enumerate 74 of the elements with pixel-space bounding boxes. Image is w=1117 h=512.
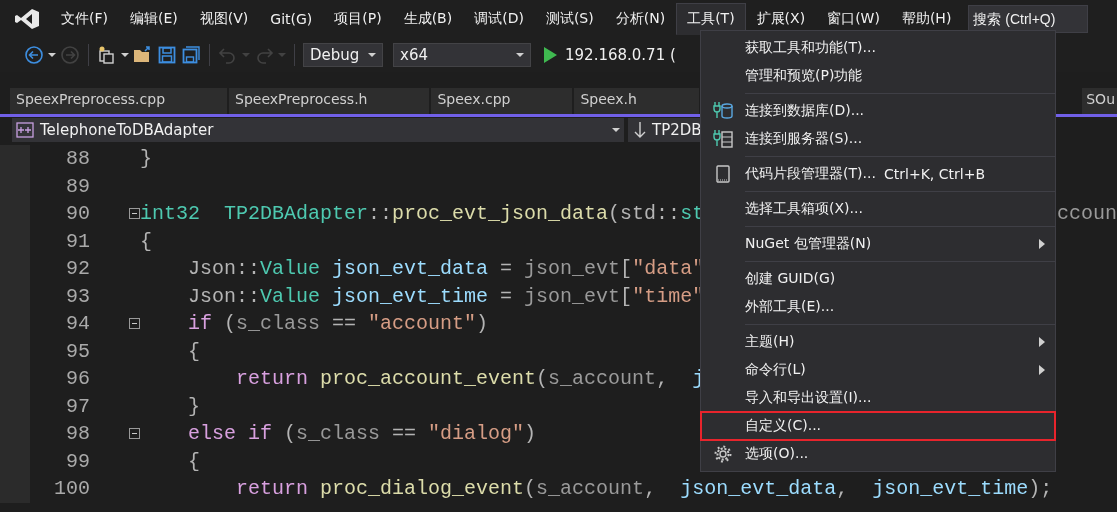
menu-bar-item[interactable]: 编辑(E) bbox=[119, 3, 189, 35]
run-target[interactable]: 192.168.0.71 ( bbox=[565, 46, 676, 64]
file-tab[interactable]: SOu bbox=[1082, 88, 1117, 114]
line-number: 100 bbox=[53, 476, 90, 502]
line-number: 90 bbox=[65, 201, 90, 227]
menu-item[interactable]: NuGet 包管理器(N) bbox=[701, 230, 1055, 258]
shortcut-label: Ctrl+K, Ctrl+B bbox=[884, 166, 985, 182]
arrow-down-icon bbox=[634, 121, 646, 139]
scope-dropdown[interactable]: TelephoneToDBAdapter bbox=[12, 118, 624, 142]
configuration-dropdown[interactable]: Debug bbox=[303, 43, 383, 67]
play-icon[interactable] bbox=[543, 47, 557, 63]
menu-bar-item[interactable]: 项目(P) bbox=[323, 3, 393, 35]
app-logo-icon[interactable] bbox=[14, 8, 40, 30]
back-icon[interactable] bbox=[24, 45, 44, 65]
menu-bar-item[interactable]: 调试(D) bbox=[463, 3, 535, 35]
menu-bar-item[interactable]: 测试(S) bbox=[534, 3, 605, 35]
code-fragment: ccoun bbox=[1057, 201, 1117, 227]
code-line: return proc_dialog_event(s_account, json_evt_data, json_evt_time); bbox=[235, 476, 1053, 502]
save-icon[interactable] bbox=[157, 45, 177, 65]
line-number: 95 bbox=[65, 338, 90, 365]
menu-bar-item[interactable]: 文件(F) bbox=[50, 3, 119, 35]
menu-bar-item[interactable]: 工具(T) bbox=[676, 3, 746, 35]
menu-bar-item[interactable]: 视图(V) bbox=[188, 3, 260, 35]
settings-icon bbox=[713, 444, 733, 464]
file-tab[interactable]: Speex.h bbox=[574, 88, 699, 114]
line-number: 92 bbox=[65, 256, 90, 282]
menu-bar-item[interactable]: 生成(B) bbox=[392, 3, 464, 35]
file-tab[interactable]: SpeexPreprocess.cpp bbox=[10, 88, 228, 114]
caret-icon bbox=[612, 127, 620, 133]
platform-dropdown[interactable]: x64 bbox=[393, 43, 531, 67]
menu-bar-item[interactable]: 分析(N) bbox=[604, 3, 677, 35]
code-line: } bbox=[187, 393, 200, 420]
line-number: 91 bbox=[65, 228, 90, 255]
file-tab[interactable]: Speex.cpp bbox=[431, 88, 573, 114]
save-all-icon[interactable] bbox=[181, 45, 201, 65]
menu-item[interactable]: 选择工具箱项(X)... bbox=[701, 195, 1055, 223]
collapse-icon[interactable] bbox=[128, 318, 140, 330]
menu-item[interactable]: 选项(O)... bbox=[701, 440, 1055, 468]
code-line: if (s_class == "account") bbox=[187, 311, 489, 337]
code-line: else if (s_class == "dialog") bbox=[187, 421, 537, 447]
caret-icon bbox=[368, 52, 376, 58]
menu-item[interactable]: 获取工具和功能(T)... bbox=[701, 34, 1055, 62]
line-number: 97 bbox=[65, 393, 90, 420]
caret-icon bbox=[516, 52, 524, 58]
class-icon bbox=[16, 122, 34, 138]
line-number: 94 bbox=[65, 311, 90, 337]
server-plug-icon bbox=[712, 129, 734, 149]
menu-item[interactable]: 连接到数据库(D)... bbox=[701, 97, 1055, 125]
line-number: 99 bbox=[65, 448, 90, 475]
caret-icon[interactable] bbox=[48, 52, 56, 58]
database-plug-icon bbox=[712, 101, 734, 121]
menu-item[interactable]: 代码片段管理器(T)... Ctrl+K, Ctrl+B bbox=[701, 160, 1055, 188]
file-tab[interactable]: SpeexPreprocess.h bbox=[229, 88, 430, 114]
code-line: { bbox=[187, 448, 200, 475]
menu-item[interactable]: 管理和预览(P)功能 bbox=[701, 62, 1055, 90]
line-number: 89 bbox=[65, 173, 90, 200]
menu-bar-item[interactable]: Git(G) bbox=[259, 4, 324, 34]
line-number: 96 bbox=[65, 366, 90, 392]
collapse-icon[interactable] bbox=[128, 428, 140, 440]
caret-icon[interactable] bbox=[121, 52, 129, 58]
menu-item[interactable]: 连接到服务器(S)... bbox=[701, 125, 1055, 153]
line-number: 88 bbox=[65, 146, 90, 172]
line-number: 93 bbox=[65, 283, 90, 310]
line-number: 98 bbox=[65, 421, 90, 447]
code-line: { bbox=[187, 338, 200, 365]
collapse-icon[interactable] bbox=[128, 208, 140, 220]
code-line: } bbox=[140, 146, 152, 172]
menu-item[interactable]: 自定义(C)... bbox=[701, 412, 1055, 440]
new-project-icon[interactable] bbox=[97, 45, 117, 65]
search-field[interactable]: 搜索 (Ctrl+Q) bbox=[968, 5, 1089, 33]
code-line: { bbox=[140, 228, 152, 255]
open-folder-icon[interactable] bbox=[133, 46, 153, 64]
menu-item[interactable]: 主题(H) bbox=[701, 328, 1055, 356]
snippet-icon bbox=[715, 165, 731, 183]
